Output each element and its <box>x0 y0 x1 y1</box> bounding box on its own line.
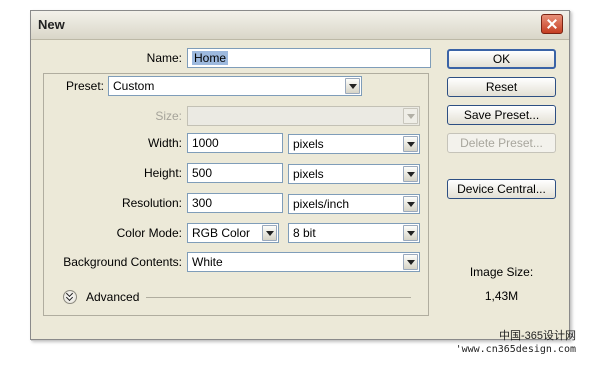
reset-button[interactable]: Reset <box>447 77 556 97</box>
bit-depth-select[interactable]: 8 bit <box>288 223 420 243</box>
title-bar[interactable]: New <box>31 11 569 40</box>
width-unit-value: pixels <box>293 137 324 151</box>
size-label: Size: <box>155 109 182 123</box>
device-central-button[interactable]: Device Central... <box>447 179 556 199</box>
delete-preset-button: Delete Preset... <box>447 133 556 153</box>
chevron-down-icon <box>403 108 418 124</box>
preset-label: Preset: <box>65 79 104 93</box>
size-select <box>187 106 420 126</box>
resolution-unit-value: pixels/inch <box>293 197 350 211</box>
color-mode-value: RGB Color <box>192 226 251 240</box>
expand-advanced-icon[interactable] <box>63 290 77 304</box>
chevron-down-icon <box>262 225 277 241</box>
watermark: 中国-365设计网 'www.cn365design.com <box>456 330 576 356</box>
name-label: Name: <box>146 51 182 65</box>
background-contents-value: White <box>192 255 223 269</box>
width-value: 1000 <box>192 136 219 150</box>
height-value: 500 <box>192 166 213 180</box>
image-size-value: 1,43M <box>484 289 519 303</box>
watermark-line2: 'www.cn365design.com <box>455 344 576 355</box>
advanced-label[interactable]: Advanced <box>86 287 139 307</box>
close-button[interactable] <box>541 14 563 34</box>
color-mode-select[interactable]: RGB Color <box>187 223 279 243</box>
save-preset-button[interactable]: Save Preset... <box>447 105 556 125</box>
chevron-down-icon <box>345 78 360 94</box>
background-contents-select[interactable]: White <box>187 252 420 272</box>
name-value: Home <box>192 51 229 65</box>
width-label: Width: <box>147 136 182 150</box>
width-unit-select[interactable]: pixels <box>288 134 420 154</box>
width-field[interactable]: 1000 <box>187 133 283 153</box>
chevron-down-icon <box>403 136 418 152</box>
background-contents-label: Background Contents: <box>63 255 182 269</box>
chevron-down-icon <box>403 254 418 270</box>
chevron-down-icon <box>403 196 418 212</box>
preset-select[interactable]: Custom <box>108 76 362 96</box>
name-field[interactable]: Home <box>187 48 431 68</box>
bit-depth-value: 8 bit <box>293 226 316 240</box>
resolution-label: Resolution: <box>121 196 182 210</box>
window-title: New <box>38 17 65 32</box>
resolution-field[interactable]: 300 <box>187 193 283 213</box>
height-unit-value: pixels <box>293 167 324 181</box>
height-unit-select[interactable]: pixels <box>288 164 420 184</box>
image-size-label: Image Size: <box>469 265 534 279</box>
color-mode-label: Color Mode: <box>116 226 182 240</box>
height-field[interactable]: 500 <box>187 163 283 183</box>
chevron-down-icon <box>403 225 418 241</box>
height-label: Height: <box>143 166 182 180</box>
advanced-divider <box>146 297 411 298</box>
ok-button[interactable]: OK <box>447 49 556 69</box>
chevron-down-icon <box>403 166 418 182</box>
resolution-value: 300 <box>192 196 213 210</box>
resolution-unit-select[interactable]: pixels/inch <box>288 194 420 214</box>
preset-value: Custom <box>113 79 155 93</box>
watermark-line1: 中国-365设计网 <box>498 330 576 342</box>
